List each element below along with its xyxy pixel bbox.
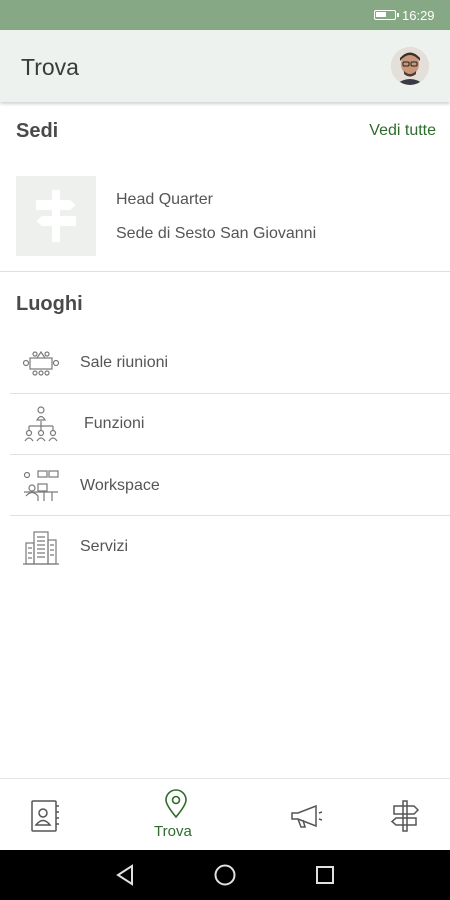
location-pin-icon — [165, 789, 187, 819]
status-time: 16:29 — [402, 8, 435, 23]
nav-item-sedi[interactable] — [378, 779, 432, 851]
system-nav-bar — [0, 850, 450, 900]
nav-item-announcements[interactable] — [282, 779, 336, 851]
battery-icon — [374, 10, 399, 20]
app-bar: Trova — [0, 30, 450, 102]
page-title: Trova — [21, 54, 79, 80]
home-icon[interactable] — [213, 863, 237, 887]
signpost-icon — [390, 800, 420, 832]
sede-thumbnail — [16, 176, 96, 256]
nav-item-label: Trova — [154, 823, 192, 840]
building-icon — [23, 531, 59, 565]
divider — [0, 271, 450, 272]
divider — [10, 454, 450, 455]
luoghi-section-title: Luoghi — [16, 293, 83, 315]
nav-item-trova[interactable]: Trova — [140, 779, 212, 851]
list-item-label: Workspace — [80, 477, 160, 494]
list-item-funzioni[interactable]: Funzioni — [0, 394, 450, 454]
list-item-label: Sale riunioni — [80, 354, 169, 371]
org-chart-icon — [24, 406, 58, 442]
list-item-label: Servizi — [80, 538, 129, 555]
list-item-label: Funzioni — [84, 415, 145, 432]
workspace-icon — [23, 470, 59, 501]
sedi-section-title: Sedi — [16, 120, 59, 142]
list-item-workspace[interactable]: Workspace — [0, 456, 450, 516]
list-item-sale-riunioni[interactable]: Sale riunioni — [0, 333, 450, 393]
avatar[interactable] — [391, 47, 429, 85]
back-icon[interactable] — [115, 864, 135, 886]
contacts-book-icon — [31, 800, 59, 832]
list-item-servizi[interactable]: Servizi — [0, 517, 450, 577]
bottom-nav: Trova — [0, 778, 450, 850]
divider — [10, 515, 450, 516]
sede-subtitle: Sede di Sesto San Giovanni — [116, 225, 317, 242]
recent-apps-icon[interactable] — [315, 865, 335, 885]
megaphone-icon — [291, 804, 323, 828]
see-all-link[interactable]: Vedi tutte — [369, 122, 436, 140]
signpost-icon — [36, 190, 76, 242]
sede-name: Head Quarter — [116, 191, 213, 208]
avatar-image — [391, 47, 429, 85]
nav-item-contacts[interactable] — [18, 779, 72, 851]
status-bar: 16:29 — [0, 0, 450, 30]
meeting-room-icon — [22, 350, 60, 376]
